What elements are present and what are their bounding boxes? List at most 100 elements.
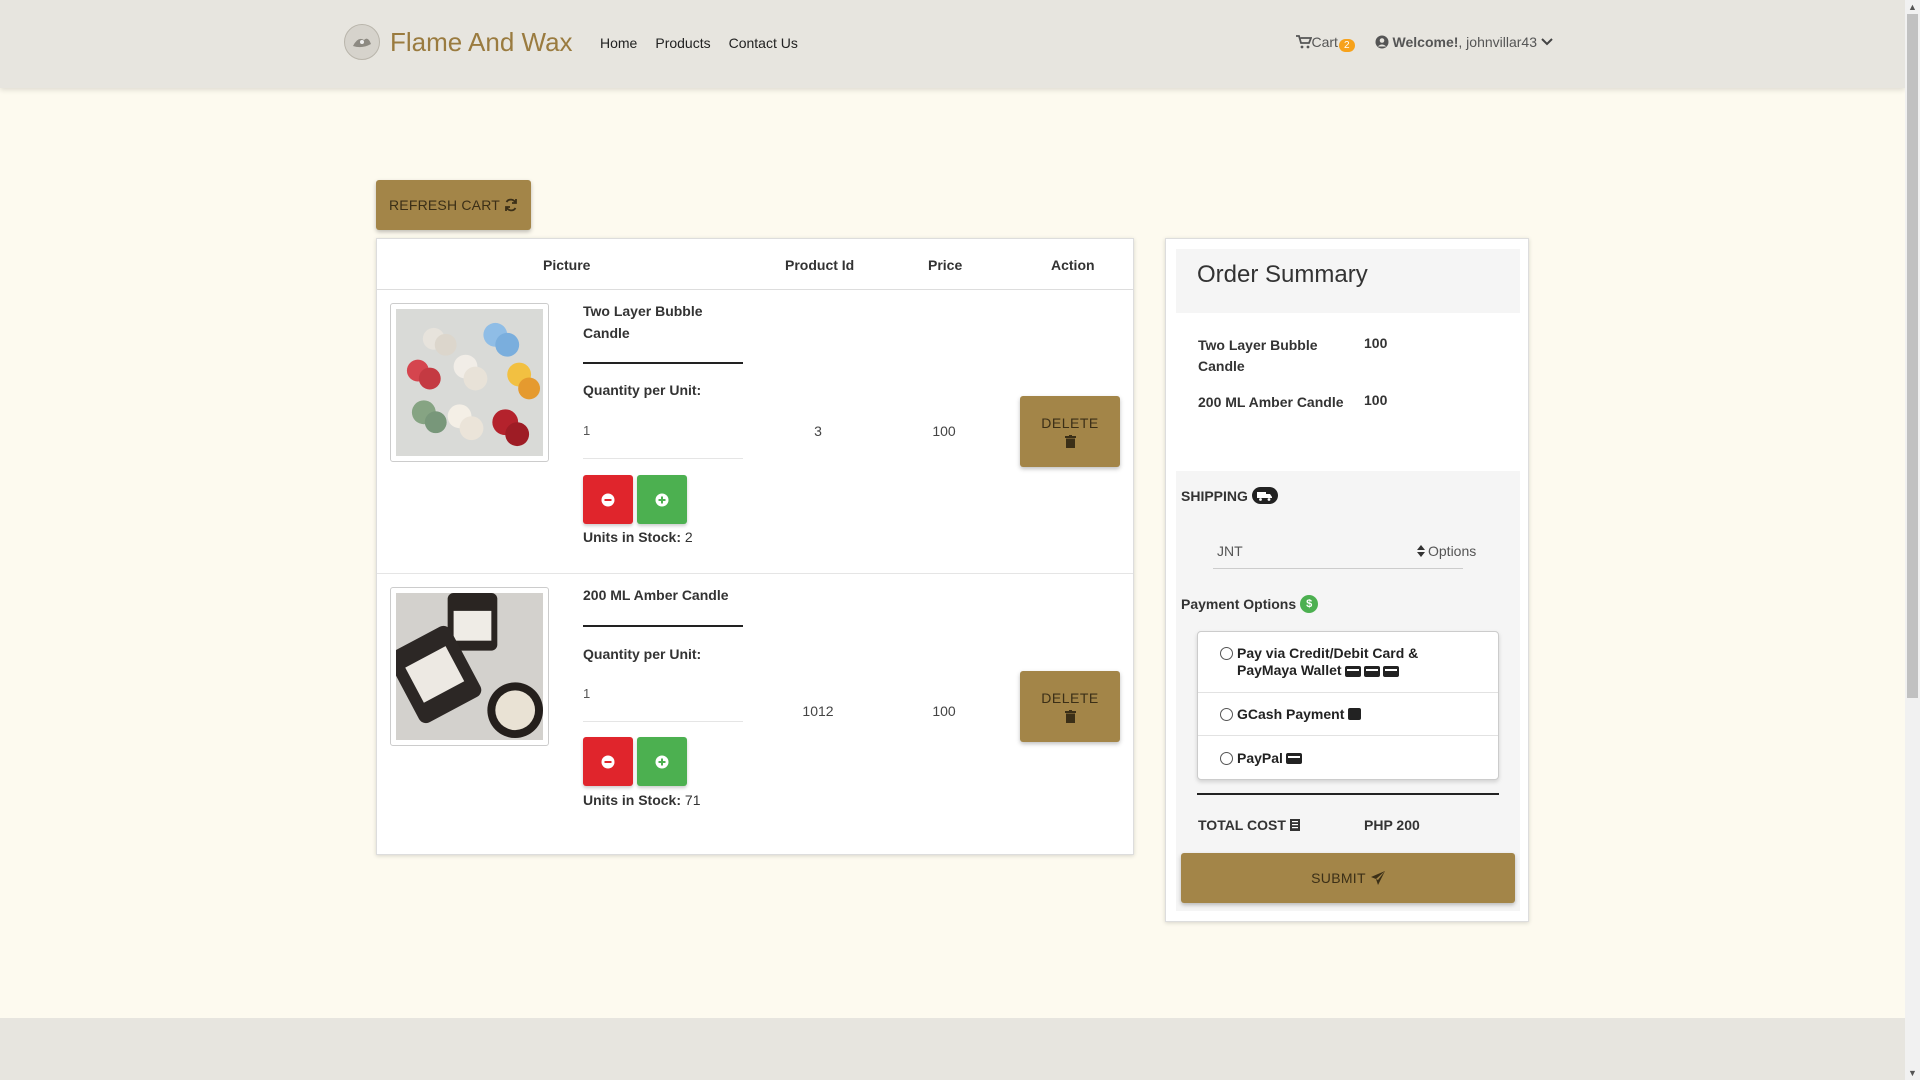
product-name: Two Layer Bubble Candle (583, 303, 703, 341)
decrease-quantity-button[interactable] (583, 737, 633, 786)
user-circle-icon (1375, 35, 1389, 49)
scroll-down-arrow-icon[interactable]: ▼ (1908, 1068, 1917, 1078)
nav-links: Home Products Contact Us (600, 35, 798, 51)
wallet-icon (1348, 708, 1362, 720)
brand-name: Flame And Wax (390, 26, 573, 57)
stock-label: Units in Stock: (583, 792, 682, 808)
delete-label: DELETE (1041, 690, 1099, 706)
nav-link-products[interactable]: Products (655, 35, 710, 51)
col-picture: Picture (543, 257, 591, 273)
summary-item-price: 100 (1364, 335, 1388, 351)
payment-option-gcash[interactable]: GCash Payment (1198, 706, 1498, 722)
table-row: 200 ML Amber Candle Quantity per Unit: 1… (377, 574, 1133, 856)
quantity-value: 1 (583, 686, 591, 701)
radio-button[interactable] (1220, 752, 1233, 765)
payment-option-card[interactable]: Pay via Credit/Debit Card & PayMaya Wall… (1198, 645, 1498, 679)
payment-option-label: GCash Payment (1237, 706, 1345, 722)
checkout-options: SHIPPING JNT Options Payment Options $ P… (1176, 471, 1520, 911)
payment-options-label-text: Payment Options (1181, 596, 1297, 612)
decrease-quantity-button[interactable] (583, 475, 633, 524)
units-in-stock: Units in Stock: 71 (583, 792, 700, 808)
credit-card-icon (1363, 665, 1380, 677)
table-header: Picture Product Id Price Action (377, 239, 1133, 290)
product-id: 1012 (802, 703, 834, 719)
payment-option-paypal[interactable]: PayPal (1198, 750, 1498, 766)
payment-options-list: Pay via Credit/Debit Card & PayMaya Wall… (1197, 631, 1499, 780)
plus-circle-icon (655, 755, 669, 768)
order-summary-header: Order Summary (1176, 249, 1520, 313)
minus-circle-icon (601, 493, 615, 506)
payment-options-label: Payment Options $ (1181, 595, 1319, 613)
product-image (390, 303, 549, 462)
user-menu[interactable]: Welcome!, johnvillar43 (1375, 34, 1553, 50)
credit-card-icon (1285, 753, 1302, 764)
nav-link-contact-us[interactable]: Contact Us (729, 35, 798, 51)
quantity-underline (583, 458, 743, 459)
scroll-up-arrow-icon[interactable]: ▲ (1908, 2, 1917, 12)
submit-order-button[interactable]: SUBMIT (1181, 853, 1515, 903)
receipt-icon (1289, 819, 1300, 831)
delete-item-button[interactable]: DELETE (1020, 396, 1120, 467)
table-row: Two Layer Bubble Candle Quantity per Uni… (377, 290, 1133, 574)
nav-right: Cart 2 Welcome!, johnvillar43 (1295, 34, 1554, 52)
cart-link[interactable]: Cart 2 (1295, 34, 1355, 52)
order-summary: Order Summary Two Layer Bubble Candle 10… (1165, 238, 1529, 922)
order-summary-title: Order Summary (1197, 261, 1368, 288)
summary-item-name: 200 ML Amber Candle (1198, 394, 1344, 410)
radio-button[interactable] (1220, 708, 1233, 721)
brand-logo-icon (344, 24, 380, 60)
delete-label: DELETE (1041, 415, 1099, 431)
quantity-value: 1 (583, 423, 591, 438)
refresh-cart-button[interactable]: REFRESH CART (376, 180, 531, 230)
quantity-underline (583, 721, 743, 722)
increase-quantity-button[interactable] (637, 737, 687, 786)
col-product-id: Product Id (785, 257, 855, 273)
truck-icon (1251, 487, 1278, 504)
shipping-options-toggle[interactable]: Options (1417, 543, 1476, 559)
stock-value: 2 (684, 529, 693, 545)
col-action: Action (1051, 257, 1095, 273)
brand[interactable]: Flame And Wax (344, 24, 573, 60)
welcome-text: Welcome! (1392, 34, 1459, 50)
cart-table: Picture Product Id Price Action Two Laye… (376, 238, 1134, 855)
col-price: Price (928, 257, 963, 273)
quantity-label: Quantity per Unit: (583, 646, 702, 662)
plus-circle-icon (655, 493, 669, 506)
shipping-options-label: Options (1428, 543, 1477, 559)
radio-button[interactable] (1220, 647, 1233, 660)
name-divider (583, 362, 743, 364)
total-cost-label: TOTAL COST (1198, 817, 1300, 833)
product-price: 100 (932, 703, 956, 719)
nav-link-home[interactable]: Home (600, 35, 637, 51)
payment-option-label: PayPal (1237, 750, 1283, 766)
product-id: 3 (814, 423, 822, 439)
dollar-icon: $ (1300, 595, 1319, 613)
cart-label: Cart (1311, 34, 1338, 50)
trash-icon (1064, 435, 1076, 448)
total-divider (1197, 793, 1499, 795)
footer (0, 1018, 1905, 1080)
payment-divider (1198, 735, 1498, 736)
username: , johnvillar43 (1458, 34, 1537, 50)
credit-card-icon (1382, 665, 1399, 677)
total-cost-value: PHP 200 (1364, 817, 1420, 833)
units-in-stock: Units in Stock: 2 (583, 529, 693, 545)
increase-quantity-button[interactable] (637, 475, 687, 524)
page-scrollbar[interactable]: ▲ ▼ (1905, 0, 1920, 1080)
refresh-icon (505, 198, 517, 212)
delete-item-button[interactable]: DELETE (1020, 671, 1120, 742)
shipping-select[interactable]: JNT Options (1213, 523, 1476, 569)
payment-divider (1198, 692, 1498, 693)
product-name: 200 ML Amber Candle (583, 587, 729, 603)
stock-label: Units in Stock: (583, 529, 682, 545)
shipping-label: SHIPPING (1181, 487, 1278, 504)
total-cost-label-text: TOTAL COST (1198, 817, 1286, 833)
credit-card-icon (1344, 665, 1361, 677)
name-divider (583, 625, 743, 627)
scrollbar-thumb[interactable] (1907, 14, 1918, 698)
quantity-label: Quantity per Unit: (583, 382, 702, 398)
cart-count-badge: 2 (1338, 38, 1355, 52)
summary-item-price: 100 (1364, 392, 1388, 408)
sort-icon (1417, 545, 1425, 557)
submit-label: SUBMIT (1311, 870, 1366, 886)
